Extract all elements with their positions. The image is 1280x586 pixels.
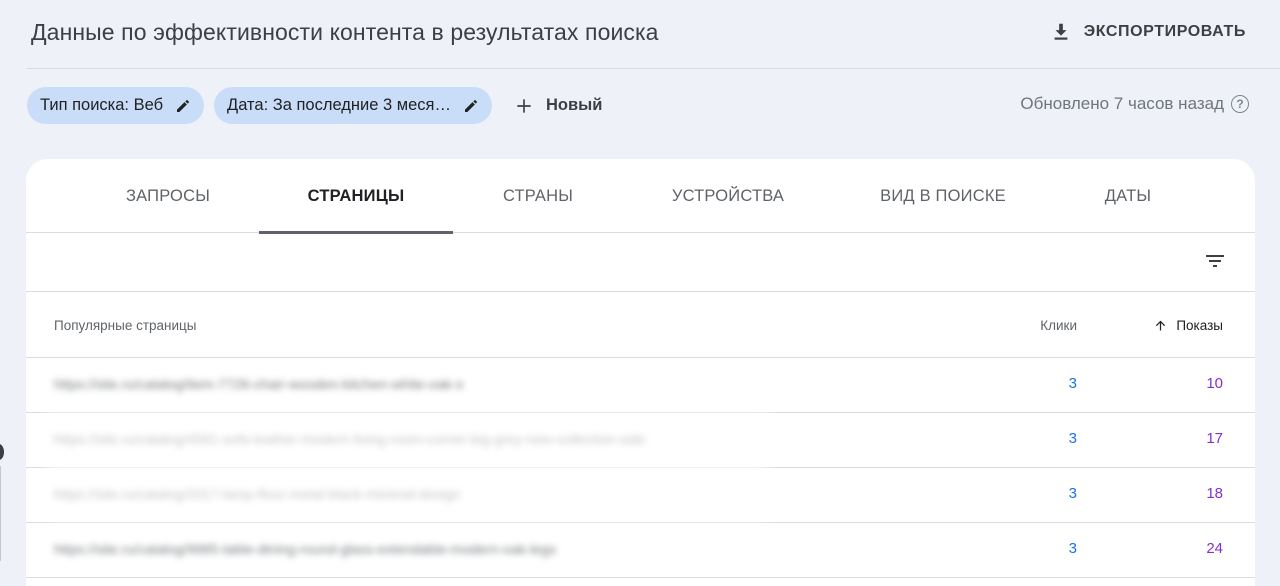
impressions-value: 18	[1206, 485, 1223, 502]
tab-dates[interactable]: ДАТЫ	[1066, 159, 1190, 233]
side-divider	[0, 466, 1, 561]
download-icon	[1054, 23, 1068, 40]
performance-card: ЗАПРОСЫ СТРАНИЦЫ СТРАНЫ УСТРОЙСТВА ВИД В…	[26, 159, 1255, 586]
page-title: Данные по эффективности контента в резул…	[31, 19, 659, 45]
plus-icon	[517, 98, 531, 113]
page-url[interactable]: https://site.ru/catalog/4561-sofa-leathe…	[54, 431, 645, 447]
help-circle-icon[interactable]: ?	[1231, 95, 1249, 113]
export-label: ЭКСПОРТИРОВАТЬ	[1083, 23, 1246, 40]
last-updated: Обновлено 7 часов назад ?	[1020, 94, 1249, 114]
arrow-up-icon	[1156, 320, 1166, 330]
page-url[interactable]: https://site.ru/catalog/9985-table-dinin…	[54, 541, 556, 557]
table-row[interactable]: https://site.ru/catalog/9985-table-dinin…	[26, 523, 1255, 578]
table-row[interactable]: https://site.ru/catalog/item-7726-chair-…	[26, 358, 1255, 413]
impressions-value: 24	[1206, 540, 1223, 557]
column-clicks[interactable]: Клики	[1040, 292, 1077, 358]
page-header: Данные по эффективности контента в резул…	[0, 0, 1280, 68]
tab-pages[interactable]: СТРАНИЦЫ	[259, 159, 453, 234]
filter-chips: Тип поиска: Веб Дата: За последние 3 мес…	[27, 87, 602, 124]
clicks-value: 3	[1068, 430, 1077, 447]
clicks-value: 3	[1068, 485, 1077, 502]
tab-countries[interactable]: СТРАНЫ	[462, 159, 614, 233]
side-handle[interactable]	[0, 444, 4, 460]
impressions-value: 10	[1206, 375, 1223, 392]
page-url[interactable]: https://site.ru/catalog/item-7726-chair-…	[54, 376, 463, 392]
pencil-icon	[177, 99, 190, 112]
updated-text: Обновлено 7 часов назад	[1020, 94, 1224, 113]
export-button[interactable]: ЭКСПОРТИРОВАТЬ	[1050, 16, 1246, 48]
impressions-value: 17	[1206, 430, 1223, 447]
chip-label: Дата: За последние 3 меся…	[227, 96, 451, 114]
report-tabs: ЗАПРОСЫ СТРАНИЦЫ СТРАНЫ УСТРОЙСТВА ВИД В…	[26, 159, 1255, 234]
table-toolbar	[26, 233, 1255, 292]
add-filter-label: Новый	[545, 96, 603, 114]
date-chip[interactable]: Дата: За последние 3 меся…	[214, 87, 492, 124]
search-type-chip[interactable]: Тип поиска: Веб	[27, 87, 205, 124]
filter-icon[interactable]	[1203, 249, 1227, 273]
clicks-value: 3	[1068, 540, 1077, 557]
add-filter-button[interactable]: Новый	[514, 87, 602, 124]
tab-devices[interactable]: УСТРОЙСТВА	[634, 159, 822, 233]
pencil-icon	[464, 99, 477, 112]
chip-label: Тип поиска: Веб	[40, 96, 164, 114]
column-pages[interactable]: Популярные страницы	[54, 292, 196, 358]
table-row[interactable]: https://site.ru/catalog/4561-sofa-leathe…	[26, 413, 1255, 468]
table-header: Популярные страницы Клики Показы	[26, 292, 1255, 358]
table-row[interactable]: https://site.ru/catalog/3317-lamp-floor-…	[26, 468, 1255, 523]
column-impressions[interactable]: Показы	[1153, 292, 1223, 358]
tab-search-appearance[interactable]: ВИД В ПОИСКЕ	[838, 159, 1048, 233]
clicks-value: 3	[1068, 375, 1077, 392]
page-url[interactable]: https://site.ru/catalog/3317-lamp-floor-…	[54, 486, 460, 502]
column-impressions-label: Показы	[1176, 317, 1223, 333]
header-divider	[27, 68, 1280, 69]
tab-queries[interactable]: ЗАПРОСЫ	[90, 159, 246, 233]
